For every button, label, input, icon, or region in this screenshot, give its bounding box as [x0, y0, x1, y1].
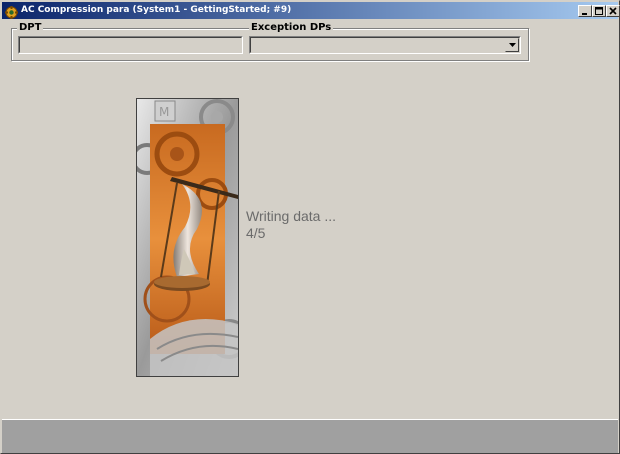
- window-title: AC Compression para (System1 - GettingSt…: [21, 5, 292, 15]
- compression-dialog-window: AC Compression para (System1 - GettingSt…: [0, 0, 620, 454]
- close-icon: [609, 7, 617, 15]
- maximize-icon: [595, 7, 603, 15]
- progress-status: Writing data ... 4/5: [246, 208, 336, 242]
- dpt-field[interactable]: [18, 36, 243, 54]
- app-gear-icon: [5, 4, 18, 19]
- progress-step: 4/5: [246, 225, 266, 241]
- progress-splash-image: M: [136, 98, 239, 377]
- maximize-button[interactable]: [592, 5, 606, 17]
- hourglass-gears-image: M: [137, 99, 238, 376]
- dpt-label: DPT: [17, 21, 44, 35]
- exception-dps-select[interactable]: [249, 36, 521, 54]
- chevron-down-icon: [509, 43, 516, 47]
- progress-message: Writing data ...: [246, 208, 337, 224]
- minimize-icon: [582, 13, 587, 15]
- close-button[interactable]: [606, 5, 620, 17]
- title-bar[interactable]: AC Compression para (System1 - GettingSt…: [2, 2, 620, 19]
- exception-dps-dropdown-button[interactable]: [505, 38, 519, 52]
- minimize-button[interactable]: [578, 5, 592, 17]
- svg-text:M: M: [159, 105, 169, 119]
- exception-dps-value: [250, 37, 520, 53]
- exception-dps-label: Exception DPs: [249, 21, 334, 35]
- status-bar: [2, 419, 618, 453]
- dpt-field-inner: [19, 37, 242, 53]
